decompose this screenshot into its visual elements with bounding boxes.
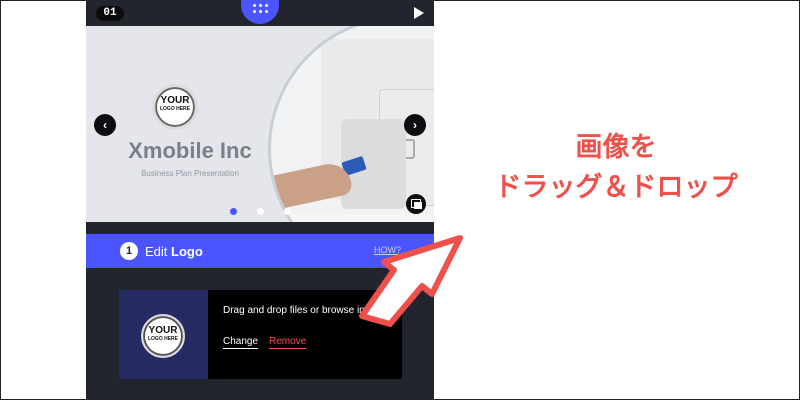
slide-preview: YOUR LOGO HERE Xmobile Inc Business Plan… [86,26,434,222]
grid-dot [259,4,262,7]
pagination-dot[interactable] [257,208,264,215]
section-title-bold: Logo [171,244,203,259]
logo-text-sub: LOGO HERE [159,106,190,112]
prev-slide-button[interactable]: ‹ [94,114,116,136]
next-slide-button[interactable]: › [404,114,426,136]
grid-dot [253,10,256,13]
logo-thumbnail: YOUR LOGO HERE [119,290,208,379]
slide-logo[interactable]: YOUR LOGO HERE [152,84,198,130]
slide-pagination [230,208,294,218]
logo-text-main: YOUR [148,325,178,336]
change-logo-link[interactable]: Change [223,336,259,349]
callout-line-1: 画像を [575,132,657,163]
replace-image-icon[interactable] [406,194,426,214]
section-title-prefix: Edit [145,244,168,259]
editor-panel: 01 YOUR LOGO HERE Xmobile Inc Business P… [86,0,434,400]
pagination-dot-active[interactable] [230,208,237,215]
pagination-dot[interactable] [284,208,291,215]
grid-dot [265,10,268,13]
section-title: Edit Logo [145,244,203,259]
annotation-callout: 画像を ドラッグ＆ドロップ [466,128,766,208]
grid-menu-button[interactable] [241,0,279,24]
annotation-arrow-icon [359,235,463,327]
logo-text-sub: LOGO HERE [147,336,178,342]
slide-subtitle: Business Plan Presentation [141,169,239,178]
slide-number-badge: 01 [96,6,124,21]
company-name: Xmobile Inc [128,138,252,163]
logo-text-main: YOUR [160,95,190,106]
grid-dot [259,10,262,13]
grid-dot [265,4,268,7]
grid-dots-icon [253,4,256,7]
play-icon[interactable] [414,7,424,19]
remove-logo-link[interactable]: Remove [269,336,307,349]
thumbnail-logo: YOUR LOGO HERE [141,314,185,358]
callout-line-2: ドラッグ＆ドロップ [494,172,738,203]
step-number-badge: 1 [120,242,138,260]
top-bar: 01 [86,0,434,26]
